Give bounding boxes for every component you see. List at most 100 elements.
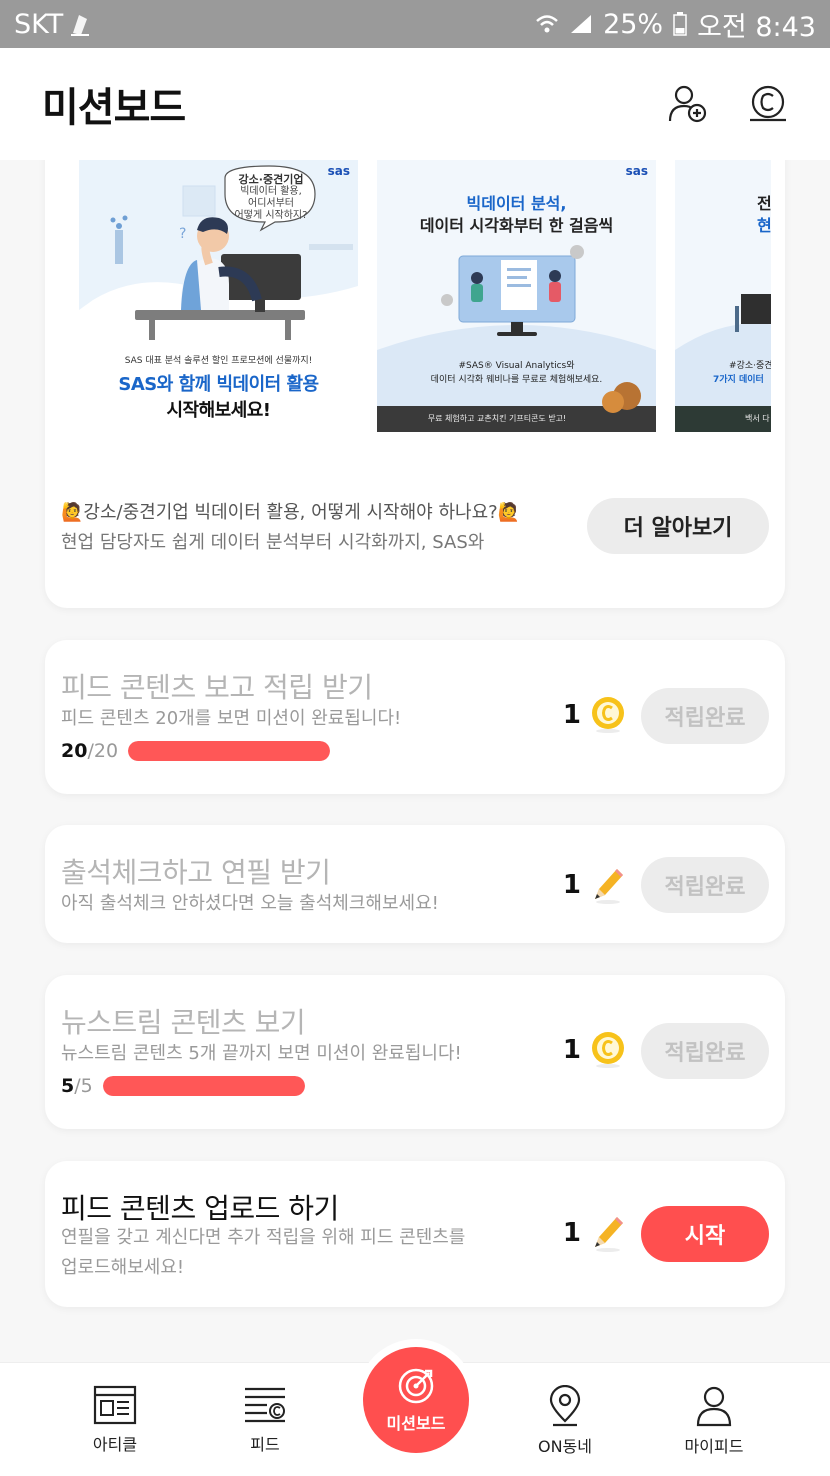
battery-percent: 25% [603,8,664,40]
slide-headline: SAS와 함께 빅데이터 활용 [118,374,319,395]
reward-amount: 1 [562,1035,581,1065]
mission-reward: 1 [563,1031,625,1069]
svg-text:?: ? [179,226,186,242]
mission-description: 피드 콘텐츠 20개를 보면 미션이 완료됩니다! [61,708,402,729]
mission-reward: 1 [563,865,625,905]
bubble-line: 어떻게 시작하지? [234,210,308,221]
profile-icon [696,1386,732,1427]
progress-text: 20/20 [61,740,118,762]
mission-card: 피드 콘텐츠 업로드 하기 연필을 갖고 계신다면 추가 적립을 위해 피드 콘… [45,1161,785,1307]
nav-item-missionboard[interactable]: 미션보드 [363,1347,469,1453]
mission-content: sas ? 강소·중견기업 빅데이터 활용, 어디서부터 어떻게 시작하지? S… [0,160,830,1362]
slide-sub: #SAS® Visual Analytics와 [458,361,575,371]
progress-total: /20 [87,740,119,762]
nav-item-article[interactable]: 아티클 [60,1385,170,1455]
promo-line: 현업 담당자도 쉽게 데이터 분석부터 시각화까지, SAS와 [61,532,485,553]
clock: 오전 8:43 [697,11,816,43]
speech-bubble-text: 강소·중견기업 빅데이터 활용, 어디서부터 어떻게 시작하지? [229,174,313,222]
promo-description: 🙋강소/중견기업 빅데이터 활용, 어떻게 시작해야 하나요?🙋 현업 담당자도… [61,498,561,558]
mission-description: 아직 출석체크 안하셨다면 오늘 출석체크해보세요! [61,893,439,914]
nav-label: 미션보드 [386,1414,446,1433]
slide-sub: #강소·중견 [729,361,771,371]
feed-icon [245,1387,285,1423]
nav-label: 피드 [250,1435,280,1454]
reward-amount: 1 [562,870,581,900]
slide-sub-2: 7가지 데이터 [713,375,764,385]
coin-outline-icon [750,85,786,122]
reward-amount: 1 [562,1218,581,1248]
nav-label: ON동네 [537,1437,592,1456]
start-mission-button[interactable]: 시작 [641,1206,769,1262]
progress-text: 5/5 [61,1075,93,1097]
banner-slide[interactable]: sas ? 강소·중견기업 빅데이터 활용, 어디서부터 어떻게 시작하지? S… [79,160,358,432]
nav-item-my-feed[interactable]: 마이피드 [659,1385,769,1457]
slide-sub-2: 데이터 시각화 웨비나를 무료로 체험해보세요. [430,375,603,385]
mission-card: 출석체크하고 연필 받기 아직 출석체크 안하셨다면 오늘 출석체크해보세요! … [45,825,785,943]
progress-bar [102,1076,305,1096]
app-header: 미션보드 [0,48,830,160]
mission-title: 뉴스트림 콘텐츠 보기 [61,1006,306,1039]
banner-slide[interactable]: 전 현 #강소·중견 7가지 데이터 백서 다 [675,160,771,432]
slide-headline-2: 시작해보세요! [166,400,271,421]
mission-description: 연필을 갖고 계신다면 추가 적립을 위해 피드 콘텐츠를 업로드해보세요! [61,1223,465,1283]
promo-line: 🙋강소/중견기업 빅데이터 활용, 어떻게 시작해야 하나요?🙋 [61,502,521,523]
target-icon [398,1368,434,1404]
add-user-icon [668,85,707,123]
carrier-group: SKT [14,9,91,40]
carrier-name: SKT [14,8,64,40]
header-actions [668,82,788,126]
claim-complete-button[interactable]: 적립완료 [641,857,769,913]
bottom-navigation: 아티클 피드 미션보드 ON동네 마이피드 [0,1347,830,1476]
pencil-icon [595,869,623,904]
progress-current: 5 [61,1075,75,1097]
mission-title: 피드 콘텐츠 보고 적립 받기 [61,671,373,704]
mission-progress: 20/20 [61,740,331,762]
dashboard-illustration [377,245,656,432]
promo-banner-card: sas ? 강소·중견기업 빅데이터 활용, 어디서부터 어떻게 시작하지? S… [45,160,785,608]
add-friend-button[interactable] [668,82,708,126]
page-title: 미션보드 [42,85,186,131]
status-right: 25% 오전 8:43 [535,5,816,44]
notification-icon [69,11,91,37]
bubble-line: 어디서부터 [248,198,294,209]
progress-current: 20 [61,740,88,762]
mission-description: 뉴스트림 콘텐츠 5개 끝까지 보면 미션이 완료됩니다! [61,1043,462,1064]
nav-label: 아티클 [92,1435,138,1454]
progress-bar [128,741,331,761]
description-line: 연필을 갖고 계신다면 추가 적립을 위해 피드 콘텐츠를 [61,1227,466,1248]
signal-icon [569,13,593,35]
article-icon [93,1385,137,1425]
coin-icon [592,697,624,733]
wifi-icon [535,13,559,35]
claim-complete-button[interactable]: 적립완료 [641,1023,769,1079]
nav-item-on-neighborhood[interactable]: ON동네 [510,1385,620,1457]
banner-slide[interactable]: sas 빅데이터 분석, 데이터 시각화부터 한 걸음씩 #SAS® Visua… [377,160,656,432]
progress-fill [128,741,331,761]
mission-card: 피드 콘텐츠 보고 적립 받기 피드 콘텐츠 20개를 보면 미션이 완료됩니다… [45,640,785,794]
status-bar: SKT 25% 오전 8:43 [0,0,830,48]
mission-title: 피드 콘텐츠 업로드 하기 [61,1192,339,1225]
location-icon [549,1385,581,1427]
nav-label: 마이피드 [684,1437,744,1456]
claim-complete-button[interactable]: 적립완료 [641,688,769,744]
mission-reward: 1 [563,1213,625,1253]
pencil-icon [595,1217,623,1252]
coin-history-button[interactable] [748,82,788,126]
bubble-line: 강소·중견기업 [238,173,304,186]
slide-footer: 무료 체험하고 교촌치킨 기프티콘도 받고! [427,414,567,423]
bubble-line: 빅데이터 활용, [240,186,302,197]
progress-fill [102,1076,305,1096]
progress-total: /5 [74,1075,93,1097]
learn-more-button[interactable]: 더 알아보기 [587,498,769,554]
slide-sub: SAS 대표 분석 솔루션 할인 프로모션에 선물까지! [124,356,313,366]
reward-amount: 1 [562,700,581,730]
desk-illustration [675,294,771,432]
mission-reward: 1 [563,696,625,734]
slide-footer: 백서 다 [745,414,770,423]
mission-progress: 5/5 [61,1075,305,1097]
banner-carousel[interactable]: sas ? 강소·중견기업 빅데이터 활용, 어디서부터 어떻게 시작하지? S… [79,160,771,432]
mission-card: 뉴스트림 콘텐츠 보기 뉴스트림 콘텐츠 5개 끝까지 보면 미션이 완료됩니다… [45,975,785,1129]
coin-icon [592,1032,624,1068]
battery-icon [673,12,687,36]
nav-item-feed[interactable]: 피드 [210,1385,320,1455]
